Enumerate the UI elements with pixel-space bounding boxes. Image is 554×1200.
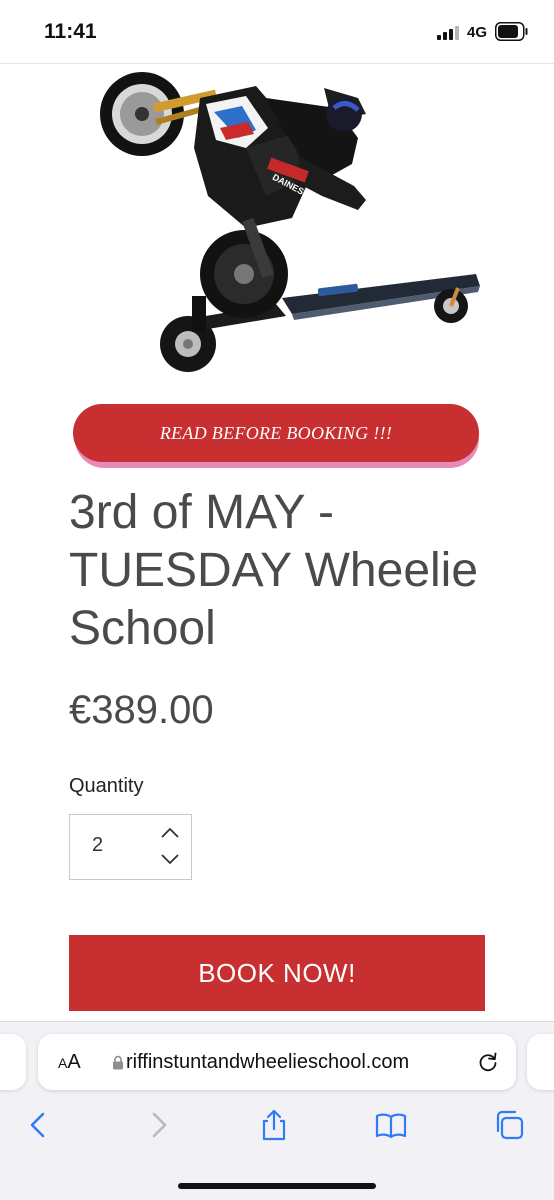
- product-price: €389.00: [69, 688, 214, 732]
- previous-tab-preview[interactable]: [0, 1034, 26, 1090]
- forward-icon[interactable]: [141, 1108, 175, 1142]
- signal-icon: [437, 26, 461, 40]
- battery-icon: [495, 22, 528, 41]
- quantity-stepper[interactable]: 2: [69, 814, 192, 880]
- quantity-value[interactable]: 2: [92, 834, 103, 857]
- tabs-icon[interactable]: [492, 1108, 526, 1142]
- aa-small-glyph: A: [58, 1055, 68, 1071]
- chevron-up-icon[interactable]: [159, 825, 181, 841]
- read-before-booking-button[interactable]: READ BEFORE BOOKING !!!: [73, 404, 479, 462]
- network-type: 4G: [467, 24, 488, 41]
- read-before-booking-wrapper: READ BEFORE BOOKING !!!: [73, 404, 481, 468]
- back-icon[interactable]: [22, 1108, 56, 1142]
- status-bar: 11:41 4G: [0, 0, 554, 64]
- book-now-button[interactable]: BOOK NOW!: [69, 935, 485, 1011]
- lock-icon: [113, 1055, 123, 1070]
- reader-settings-button[interactable]: AA: [58, 1051, 81, 1074]
- quantity-label: Quantity: [69, 775, 144, 797]
- share-icon[interactable]: [257, 1108, 291, 1142]
- aa-large-glyph: A: [67, 1051, 81, 1073]
- bookmarks-icon[interactable]: [374, 1108, 408, 1142]
- next-tab-preview[interactable]: [527, 1034, 554, 1090]
- product-title: 3rd of MAY - TUESDAY Wheelie School: [69, 486, 479, 655]
- home-indicator[interactable]: [178, 1183, 376, 1189]
- address-bar[interactable]: AA riffinstuntandwheelieschool.com: [38, 1034, 516, 1090]
- url-text[interactable]: riffinstuntandwheelieschool.com: [126, 1051, 464, 1074]
- chevron-down-icon[interactable]: [159, 851, 181, 867]
- status-time: 11:41: [44, 20, 97, 43]
- wheelie-motorcycle-image: DAINESE: [100, 72, 480, 372]
- reload-icon[interactable]: [476, 1050, 500, 1074]
